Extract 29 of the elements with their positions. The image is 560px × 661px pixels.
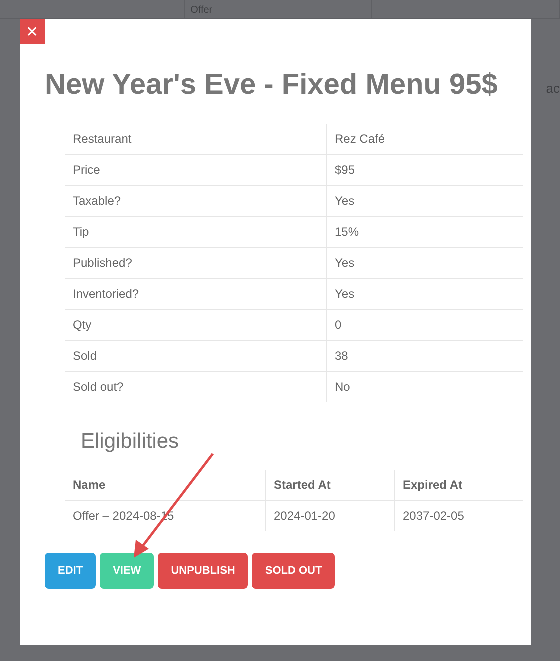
detail-value: Yes <box>326 186 523 216</box>
column-header: Name <box>65 470 266 500</box>
action-button[interactable]: SOLD OUT <box>252 553 336 589</box>
column-header: Started At <box>266 470 394 500</box>
section-heading: Eligibilities <box>81 430 180 454</box>
detail-label: Published? <box>65 248 326 278</box>
detail-value: 0 <box>326 310 523 340</box>
detail-label: Price <box>65 154 326 186</box>
detail-value: No <box>326 372 523 402</box>
detail-value: 38 <box>326 340 523 372</box>
action-button[interactable]: UNPUBLISH <box>158 553 248 589</box>
detail-label: Sold <box>65 340 326 372</box>
detail-label: Inventoried? <box>65 278 326 310</box>
detail-value: Rez Café <box>326 124 523 154</box>
detail-label: Restaurant <box>65 124 326 154</box>
close-button[interactable]: ✕ <box>20 19 45 44</box>
detail-label: Sold out? <box>65 372 326 402</box>
table-cell: 2024-01-20 <box>266 500 394 531</box>
detail-label: Taxable? <box>65 186 326 216</box>
detail-label: Qty <box>65 310 326 340</box>
detail-value: 15% <box>326 216 523 248</box>
modal-title: New Year's Eve - Fixed Menu 95$ <box>45 69 499 102</box>
table-cell: 2037-02-05 <box>394 500 523 531</box>
detail-value: Yes <box>326 278 523 310</box>
detail-value: $95 <box>326 154 523 186</box>
detail-value: Yes <box>326 248 523 278</box>
action-button[interactable]: EDIT <box>45 553 96 589</box>
column-header: Expired At <box>394 470 523 500</box>
detail-label: Tip <box>65 216 326 248</box>
